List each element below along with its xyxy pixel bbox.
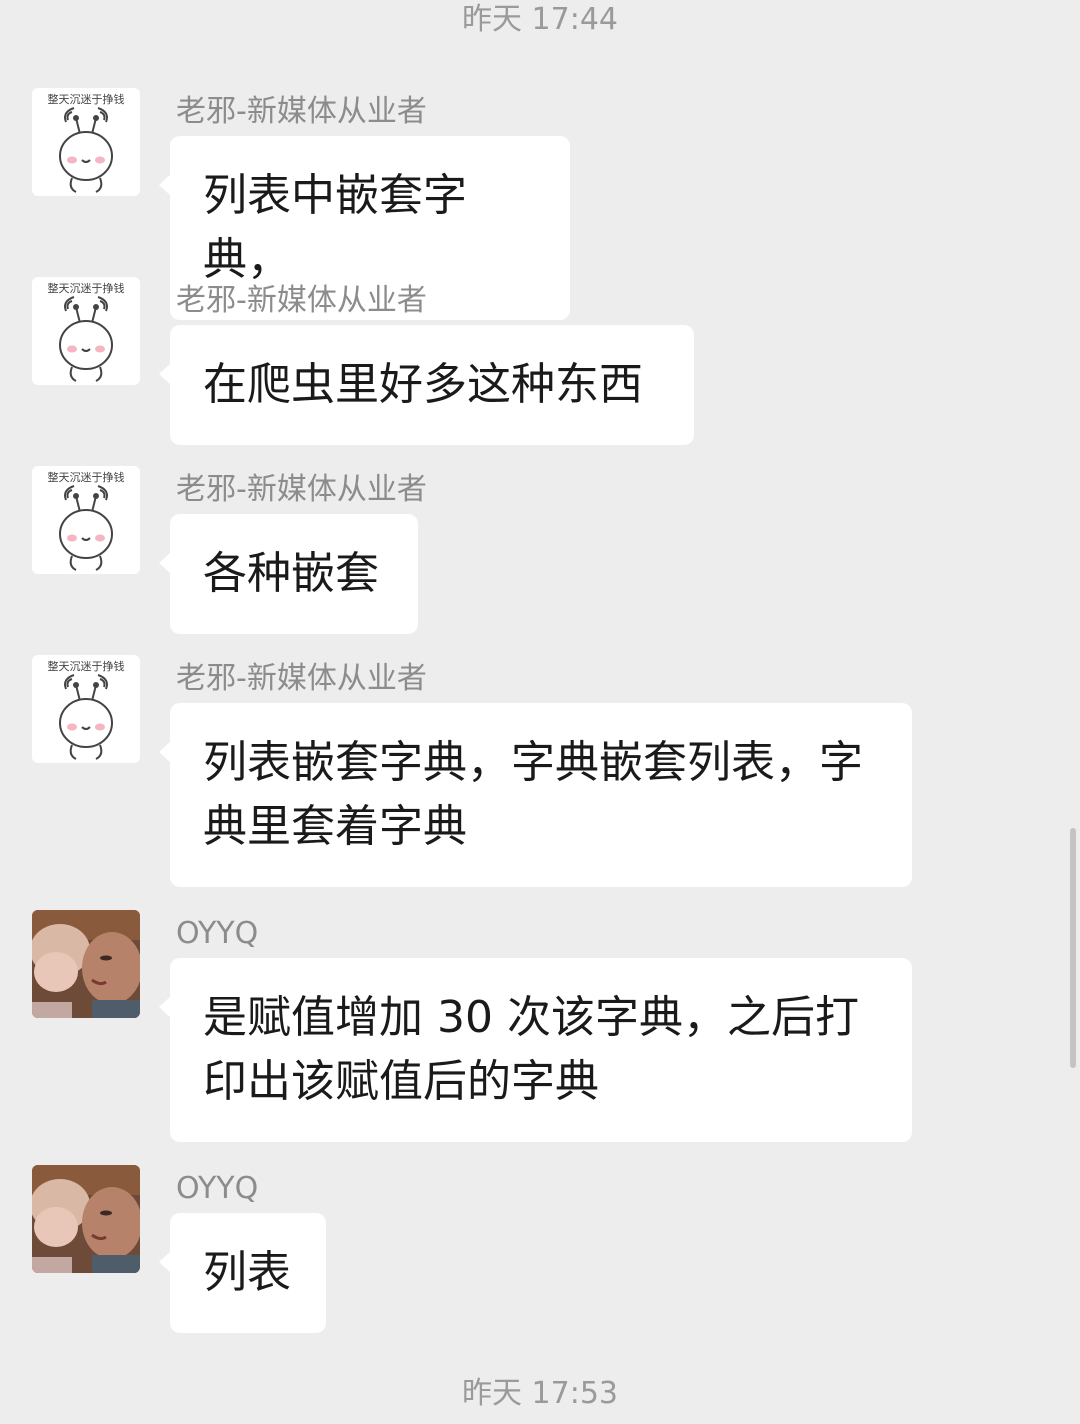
avatar[interactable]: 整天沉迷于挣钱 [32,277,140,385]
message-text-line: 列表嵌套字典，字典嵌套列表，字 [203,737,863,788]
sender-name: 老邪-新媒体从业者 [176,283,427,318]
timestamp-top: 昨天 17:44 [462,2,618,37]
sender-name: 老邪-新媒体从业者 [176,661,427,696]
message-text: 在爬虫里好多这种东西 [203,359,643,410]
message-text-line: 印出该赋值后的字典 [203,1056,599,1107]
sender-name: OYYQ [176,1171,259,1206]
sender-name: 老邪-新媒体从业者 [176,472,427,507]
message-text: 各种嵌套 [203,548,379,599]
svg-text:整天沉迷于挣钱: 整天沉迷于挣钱 [48,659,125,673]
message-bubble[interactable]: 是赋值增加 30 次该字典，之后打 印出该赋值后的字典 [159,958,912,1142]
avatar[interactable]: 整天沉迷于挣钱 [32,655,140,763]
message-text: 列表 [203,1247,291,1298]
photo-avatar-icon [32,1165,140,1273]
avatar[interactable]: 整天沉迷于挣钱 [32,466,140,574]
sender-name: OYYQ [176,916,259,951]
scrollbar[interactable] [1070,828,1076,1068]
avatar[interactable] [32,910,140,1018]
cartoon-avatar-icon: 整天沉迷于挣钱 [32,88,140,196]
cartoon-avatar-icon: 整天沉迷于挣钱 [32,466,140,574]
message-bubble[interactable]: 各种嵌套 [159,514,418,634]
message-text: 列表中嵌套字典， [203,170,467,285]
photo-avatar-icon [32,910,140,1018]
message-text-line: 是赋值增加 30 次该字典，之后打 [203,992,859,1043]
sender-name: 老邪-新媒体从业者 [176,94,427,129]
avatar[interactable] [32,1165,140,1273]
message-bubble[interactable]: 在爬虫里好多这种东西 [159,325,694,445]
cartoon-avatar-icon: 整天沉迷于挣钱 [32,655,140,763]
svg-text:整天沉迷于挣钱: 整天沉迷于挣钱 [48,470,125,484]
cartoon-avatar-icon: 整天沉迷于挣钱 [32,277,140,385]
message-bubble[interactable]: 列表 [159,1213,326,1333]
message-text-line: 典里套着字典 [203,801,467,852]
message-bubble[interactable]: 列表嵌套字典，字典嵌套列表，字 典里套着字典 [159,703,912,887]
svg-text:整天沉迷于挣钱: 整天沉迷于挣钱 [48,92,125,106]
svg-text:整天沉迷于挣钱: 整天沉迷于挣钱 [48,281,125,295]
avatar[interactable]: 整天沉迷于挣钱 [32,88,140,196]
timestamp-bottom: 昨天 17:53 [462,1376,618,1411]
